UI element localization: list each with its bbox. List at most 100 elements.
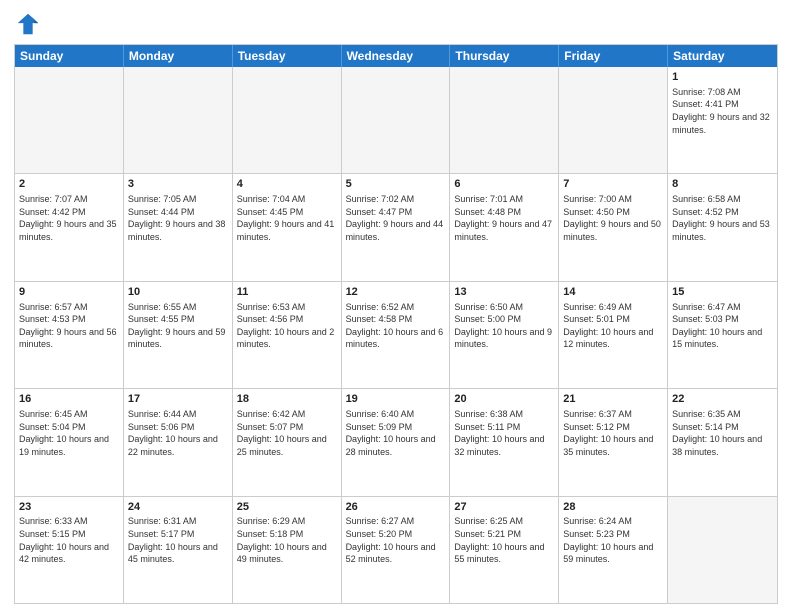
sun-info: Sunrise: 6:31 AM Sunset: 5:17 PM Dayligh… bbox=[128, 515, 228, 565]
day-number: 1 bbox=[672, 70, 773, 85]
sun-info: Sunrise: 7:02 AM Sunset: 4:47 PM Dayligh… bbox=[346, 193, 446, 243]
day-number: 10 bbox=[128, 285, 228, 300]
sun-info: Sunrise: 7:04 AM Sunset: 4:45 PM Dayligh… bbox=[237, 193, 337, 243]
sun-info: Sunrise: 6:24 AM Sunset: 5:23 PM Dayligh… bbox=[563, 515, 663, 565]
day-number: 16 bbox=[19, 392, 119, 407]
page: SundayMondayTuesdayWednesdayThursdayFrid… bbox=[0, 0, 792, 612]
weekday-header: Thursday bbox=[450, 45, 559, 67]
calendar-row: 16Sunrise: 6:45 AM Sunset: 5:04 PM Dayli… bbox=[15, 388, 777, 495]
calendar-cell: 19Sunrise: 6:40 AM Sunset: 5:09 PM Dayli… bbox=[342, 389, 451, 495]
day-number: 11 bbox=[237, 285, 337, 300]
day-number: 24 bbox=[128, 500, 228, 515]
day-number: 28 bbox=[563, 500, 663, 515]
day-number: 7 bbox=[563, 177, 663, 192]
day-number: 25 bbox=[237, 500, 337, 515]
calendar-cell: 17Sunrise: 6:44 AM Sunset: 5:06 PM Dayli… bbox=[124, 389, 233, 495]
calendar-cell bbox=[450, 67, 559, 173]
calendar-cell: 2Sunrise: 7:07 AM Sunset: 4:42 PM Daylig… bbox=[15, 174, 124, 280]
sun-info: Sunrise: 6:58 AM Sunset: 4:52 PM Dayligh… bbox=[672, 193, 773, 243]
day-number: 4 bbox=[237, 177, 337, 192]
logo bbox=[14, 10, 46, 38]
day-number: 3 bbox=[128, 177, 228, 192]
calendar-cell bbox=[668, 497, 777, 603]
weekday-header: Monday bbox=[124, 45, 233, 67]
calendar-cell: 4Sunrise: 7:04 AM Sunset: 4:45 PM Daylig… bbox=[233, 174, 342, 280]
calendar-row: 2Sunrise: 7:07 AM Sunset: 4:42 PM Daylig… bbox=[15, 173, 777, 280]
sun-info: Sunrise: 6:27 AM Sunset: 5:20 PM Dayligh… bbox=[346, 515, 446, 565]
weekday-header: Friday bbox=[559, 45, 668, 67]
weekday-header: Sunday bbox=[15, 45, 124, 67]
sun-info: Sunrise: 6:55 AM Sunset: 4:55 PM Dayligh… bbox=[128, 301, 228, 351]
calendar-cell bbox=[559, 67, 668, 173]
calendar-cell: 13Sunrise: 6:50 AM Sunset: 5:00 PM Dayli… bbox=[450, 282, 559, 388]
sun-info: Sunrise: 7:01 AM Sunset: 4:48 PM Dayligh… bbox=[454, 193, 554, 243]
calendar-cell: 1Sunrise: 7:08 AM Sunset: 4:41 PM Daylig… bbox=[668, 67, 777, 173]
sun-info: Sunrise: 6:49 AM Sunset: 5:01 PM Dayligh… bbox=[563, 301, 663, 351]
calendar-cell: 6Sunrise: 7:01 AM Sunset: 4:48 PM Daylig… bbox=[450, 174, 559, 280]
sun-info: Sunrise: 6:45 AM Sunset: 5:04 PM Dayligh… bbox=[19, 408, 119, 458]
day-number: 14 bbox=[563, 285, 663, 300]
calendar-cell bbox=[342, 67, 451, 173]
sun-info: Sunrise: 6:44 AM Sunset: 5:06 PM Dayligh… bbox=[128, 408, 228, 458]
sun-info: Sunrise: 6:29 AM Sunset: 5:18 PM Dayligh… bbox=[237, 515, 337, 565]
sun-info: Sunrise: 7:07 AM Sunset: 4:42 PM Dayligh… bbox=[19, 193, 119, 243]
calendar-cell: 11Sunrise: 6:53 AM Sunset: 4:56 PM Dayli… bbox=[233, 282, 342, 388]
sun-info: Sunrise: 6:37 AM Sunset: 5:12 PM Dayligh… bbox=[563, 408, 663, 458]
day-number: 18 bbox=[237, 392, 337, 407]
calendar-row: 1Sunrise: 7:08 AM Sunset: 4:41 PM Daylig… bbox=[15, 67, 777, 173]
weekday-header: Wednesday bbox=[342, 45, 451, 67]
calendar-cell: 15Sunrise: 6:47 AM Sunset: 5:03 PM Dayli… bbox=[668, 282, 777, 388]
calendar-cell bbox=[233, 67, 342, 173]
day-number: 12 bbox=[346, 285, 446, 300]
day-number: 13 bbox=[454, 285, 554, 300]
day-number: 19 bbox=[346, 392, 446, 407]
calendar-cell: 18Sunrise: 6:42 AM Sunset: 5:07 PM Dayli… bbox=[233, 389, 342, 495]
calendar-cell: 12Sunrise: 6:52 AM Sunset: 4:58 PM Dayli… bbox=[342, 282, 451, 388]
calendar-cell: 9Sunrise: 6:57 AM Sunset: 4:53 PM Daylig… bbox=[15, 282, 124, 388]
day-number: 15 bbox=[672, 285, 773, 300]
day-number: 5 bbox=[346, 177, 446, 192]
calendar-cell: 26Sunrise: 6:27 AM Sunset: 5:20 PM Dayli… bbox=[342, 497, 451, 603]
calendar: SundayMondayTuesdayWednesdayThursdayFrid… bbox=[14, 44, 778, 604]
day-number: 26 bbox=[346, 500, 446, 515]
sun-info: Sunrise: 6:25 AM Sunset: 5:21 PM Dayligh… bbox=[454, 515, 554, 565]
calendar-cell: 28Sunrise: 6:24 AM Sunset: 5:23 PM Dayli… bbox=[559, 497, 668, 603]
calendar-header: SundayMondayTuesdayWednesdayThursdayFrid… bbox=[15, 45, 777, 67]
sun-info: Sunrise: 6:33 AM Sunset: 5:15 PM Dayligh… bbox=[19, 515, 119, 565]
calendar-body: 1Sunrise: 7:08 AM Sunset: 4:41 PM Daylig… bbox=[15, 67, 777, 603]
day-number: 20 bbox=[454, 392, 554, 407]
sun-info: Sunrise: 7:08 AM Sunset: 4:41 PM Dayligh… bbox=[672, 86, 773, 136]
sun-info: Sunrise: 6:53 AM Sunset: 4:56 PM Dayligh… bbox=[237, 301, 337, 351]
sun-info: Sunrise: 6:35 AM Sunset: 5:14 PM Dayligh… bbox=[672, 408, 773, 458]
day-number: 8 bbox=[672, 177, 773, 192]
calendar-cell: 3Sunrise: 7:05 AM Sunset: 4:44 PM Daylig… bbox=[124, 174, 233, 280]
sun-info: Sunrise: 7:00 AM Sunset: 4:50 PM Dayligh… bbox=[563, 193, 663, 243]
calendar-row: 9Sunrise: 6:57 AM Sunset: 4:53 PM Daylig… bbox=[15, 281, 777, 388]
calendar-cell: 22Sunrise: 6:35 AM Sunset: 5:14 PM Dayli… bbox=[668, 389, 777, 495]
calendar-cell bbox=[124, 67, 233, 173]
calendar-cell: 16Sunrise: 6:45 AM Sunset: 5:04 PM Dayli… bbox=[15, 389, 124, 495]
weekday-header: Saturday bbox=[668, 45, 777, 67]
sun-info: Sunrise: 6:50 AM Sunset: 5:00 PM Dayligh… bbox=[454, 301, 554, 351]
calendar-cell: 7Sunrise: 7:00 AM Sunset: 4:50 PM Daylig… bbox=[559, 174, 668, 280]
day-number: 9 bbox=[19, 285, 119, 300]
day-number: 6 bbox=[454, 177, 554, 192]
calendar-cell: 23Sunrise: 6:33 AM Sunset: 5:15 PM Dayli… bbox=[15, 497, 124, 603]
calendar-cell: 21Sunrise: 6:37 AM Sunset: 5:12 PM Dayli… bbox=[559, 389, 668, 495]
header bbox=[14, 10, 778, 38]
calendar-cell bbox=[15, 67, 124, 173]
sun-info: Sunrise: 6:52 AM Sunset: 4:58 PM Dayligh… bbox=[346, 301, 446, 351]
sun-info: Sunrise: 6:42 AM Sunset: 5:07 PM Dayligh… bbox=[237, 408, 337, 458]
calendar-cell: 25Sunrise: 6:29 AM Sunset: 5:18 PM Dayli… bbox=[233, 497, 342, 603]
sun-info: Sunrise: 7:05 AM Sunset: 4:44 PM Dayligh… bbox=[128, 193, 228, 243]
calendar-cell: 5Sunrise: 7:02 AM Sunset: 4:47 PM Daylig… bbox=[342, 174, 451, 280]
day-number: 27 bbox=[454, 500, 554, 515]
calendar-cell: 24Sunrise: 6:31 AM Sunset: 5:17 PM Dayli… bbox=[124, 497, 233, 603]
day-number: 2 bbox=[19, 177, 119, 192]
day-number: 22 bbox=[672, 392, 773, 407]
sun-info: Sunrise: 6:47 AM Sunset: 5:03 PM Dayligh… bbox=[672, 301, 773, 351]
calendar-cell: 20Sunrise: 6:38 AM Sunset: 5:11 PM Dayli… bbox=[450, 389, 559, 495]
calendar-cell: 14Sunrise: 6:49 AM Sunset: 5:01 PM Dayli… bbox=[559, 282, 668, 388]
calendar-cell: 8Sunrise: 6:58 AM Sunset: 4:52 PM Daylig… bbox=[668, 174, 777, 280]
sun-info: Sunrise: 6:38 AM Sunset: 5:11 PM Dayligh… bbox=[454, 408, 554, 458]
